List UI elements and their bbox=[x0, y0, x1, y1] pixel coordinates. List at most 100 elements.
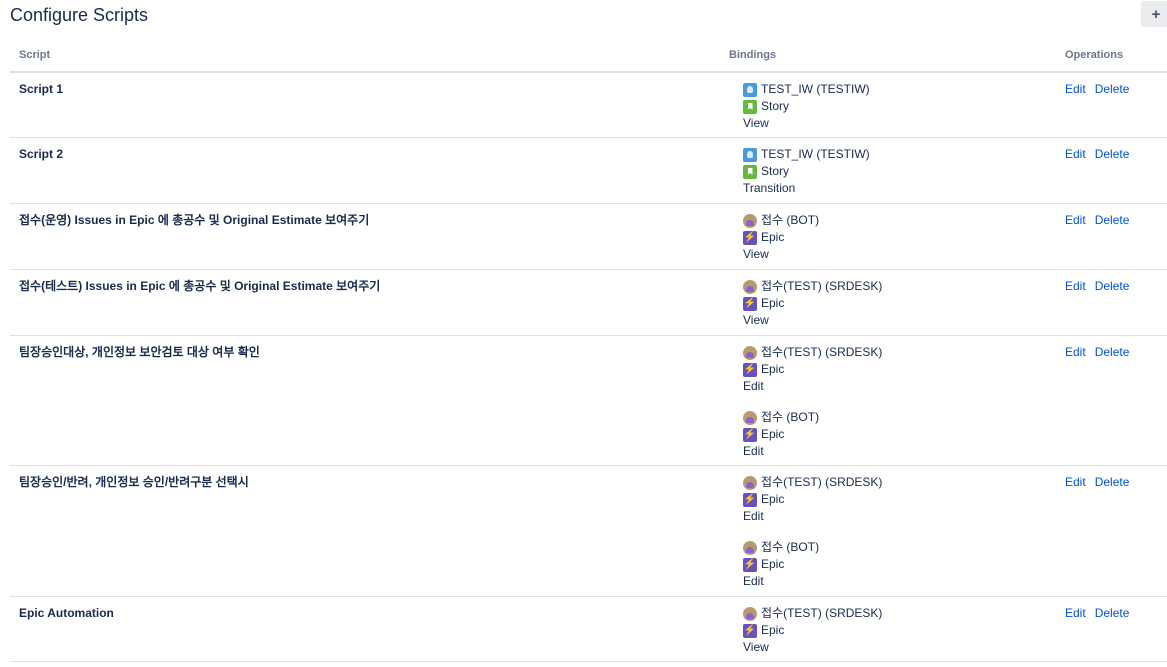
binding-project: 접수(TEST) (SRDESK) bbox=[761, 475, 883, 489]
epic-icon: ⚡ bbox=[743, 492, 757, 507]
edit-link[interactable]: Edit bbox=[1065, 345, 1086, 359]
row-operations: Edit Delete bbox=[1065, 606, 1138, 620]
binding-action: View bbox=[743, 116, 769, 130]
table-header: Script Bindings Operations bbox=[10, 40, 1167, 73]
script-name: 접수(테스트) Issues in Epic 에 총공수 및 Original … bbox=[19, 279, 381, 293]
edit-link[interactable]: Edit bbox=[1065, 279, 1086, 293]
script-name: Script 2 bbox=[19, 147, 64, 161]
add-script-button[interactable]: + bbox=[1141, 1, 1167, 27]
story-icon bbox=[743, 99, 757, 114]
binding-issue-type: Epic bbox=[761, 230, 785, 244]
binding: 접수(TEST) (SRDESK) ⚡ Epic View bbox=[743, 605, 882, 656]
avatar-icon bbox=[743, 279, 757, 294]
script-name: 팀장승인대상, 개인정보 보안검토 대상 여부 확인 bbox=[19, 345, 260, 359]
epic-icon: ⚡ bbox=[743, 296, 757, 311]
binding-project: 접수(TEST) (SRDESK) bbox=[761, 606, 883, 620]
table-row: Epic Automation 접수(TEST) (SRDESK) ⚡ Epic … bbox=[10, 597, 1167, 662]
binding-project: 접수 (BOT) bbox=[761, 213, 820, 227]
script-name: 접수(운영) Issues in Epic 에 총공수 및 Original E… bbox=[19, 213, 370, 227]
story-icon bbox=[743, 164, 757, 179]
binding-project: 접수 (BOT) bbox=[761, 410, 820, 424]
edit-link[interactable]: Edit bbox=[1065, 475, 1086, 489]
project-icon bbox=[743, 147, 757, 162]
binding-issue-type: Epic bbox=[761, 362, 785, 376]
binding-project: TEST_IW (TESTIW) bbox=[761, 82, 870, 96]
delete-link[interactable]: Delete bbox=[1095, 147, 1130, 161]
delete-link[interactable]: Delete bbox=[1095, 213, 1130, 227]
row-operations: Edit Delete bbox=[1065, 82, 1138, 96]
script-name: Script 1 bbox=[19, 82, 64, 96]
table-body: Script 1 TEST_IW (TESTIW) Story View Edi… bbox=[10, 73, 1167, 662]
table-row: 팀장승인대상, 개인정보 보안검토 대상 여부 확인 접수(TEST) (SRD… bbox=[10, 336, 1167, 466]
binding-issue-type: Story bbox=[761, 99, 790, 113]
avatar-icon bbox=[743, 475, 757, 490]
bindings-list: 접수(TEST) (SRDESK) ⚡ Epic Edit 접수 (BOT) ⚡ E… bbox=[743, 344, 882, 460]
bindings-list: 접수(TEST) (SRDESK) ⚡ Epic View bbox=[743, 278, 882, 329]
binding-issue-type: Epic bbox=[761, 492, 785, 506]
column-header-operations: Operations bbox=[1065, 49, 1124, 61]
binding-action: View bbox=[743, 247, 769, 261]
binding-project: 접수(TEST) (SRDESK) bbox=[761, 279, 883, 293]
binding-action: Edit bbox=[743, 444, 764, 458]
bindings-list: TEST_IW (TESTIW) Story Transition bbox=[743, 146, 870, 197]
row-operations: Edit Delete bbox=[1065, 279, 1138, 293]
edit-link[interactable]: Edit bbox=[1065, 213, 1086, 227]
edit-link[interactable]: Edit bbox=[1065, 82, 1086, 96]
binding-issue-type: Epic bbox=[761, 557, 785, 571]
table-row: Script 1 TEST_IW (TESTIW) Story View Edi… bbox=[10, 73, 1167, 138]
binding: 접수(TEST) (SRDESK) ⚡ Epic Edit bbox=[743, 344, 882, 395]
binding-action: Transition bbox=[743, 181, 796, 195]
binding-action: Edit bbox=[743, 509, 764, 523]
binding: 접수(TEST) (SRDESK) ⚡ Epic Edit bbox=[743, 474, 882, 525]
column-header-script: Script bbox=[19, 49, 51, 61]
binding-issue-type: Epic bbox=[761, 427, 785, 441]
binding-issue-type: Story bbox=[761, 164, 790, 178]
binding-action: View bbox=[743, 313, 769, 327]
binding: 접수 (BOT) ⚡ Epic View bbox=[743, 212, 819, 263]
scripts-table: Script Bindings Operations Script 1 TEST… bbox=[10, 40, 1167, 662]
avatar-icon bbox=[743, 540, 757, 555]
bindings-list: 접수 (BOT) ⚡ Epic View bbox=[743, 212, 819, 263]
avatar-icon bbox=[743, 213, 757, 228]
row-operations: Edit Delete bbox=[1065, 345, 1138, 359]
epic-icon: ⚡ bbox=[743, 557, 757, 572]
column-header-bindings: Bindings bbox=[729, 49, 777, 61]
bindings-list: TEST_IW (TESTIW) Story View bbox=[743, 81, 870, 132]
binding: TEST_IW (TESTIW) Story Transition bbox=[743, 146, 870, 197]
binding-project: TEST_IW (TESTIW) bbox=[761, 147, 870, 161]
project-icon bbox=[743, 82, 757, 97]
binding-action: Edit bbox=[743, 574, 764, 588]
script-name: Epic Automation bbox=[19, 606, 114, 620]
row-operations: Edit Delete bbox=[1065, 147, 1138, 161]
epic-icon: ⚡ bbox=[743, 230, 757, 245]
bindings-list: 접수(TEST) (SRDESK) ⚡ Epic Edit 접수 (BOT) ⚡ E… bbox=[743, 474, 882, 590]
table-row: Script 2 TEST_IW (TESTIW) Story Transiti… bbox=[10, 138, 1167, 204]
binding-project: 접수(TEST) (SRDESK) bbox=[761, 345, 883, 359]
avatar-icon bbox=[743, 345, 757, 360]
delete-link[interactable]: Delete bbox=[1095, 606, 1130, 620]
delete-link[interactable]: Delete bbox=[1095, 279, 1130, 293]
script-name: 팀장승인/반려, 개인정보 승인/반려구분 선택시 bbox=[19, 475, 249, 489]
edit-link[interactable]: Edit bbox=[1065, 147, 1086, 161]
binding: TEST_IW (TESTIW) Story View bbox=[743, 81, 870, 132]
binding-project: 접수 (BOT) bbox=[761, 540, 820, 554]
edit-link[interactable]: Edit bbox=[1065, 606, 1086, 620]
binding-issue-type: Epic bbox=[761, 296, 785, 310]
avatar-icon bbox=[743, 606, 757, 621]
page-title: Configure Scripts bbox=[10, 5, 149, 25]
binding: 접수 (BOT) ⚡ Epic Edit bbox=[743, 409, 882, 460]
delete-link[interactable]: Delete bbox=[1095, 345, 1130, 359]
delete-link[interactable]: Delete bbox=[1095, 82, 1130, 96]
avatar-icon bbox=[743, 410, 757, 425]
binding: 접수 (BOT) ⚡ Epic Edit bbox=[743, 539, 882, 590]
binding-issue-type: Epic bbox=[761, 623, 785, 637]
epic-icon: ⚡ bbox=[743, 623, 757, 638]
binding-action: View bbox=[743, 640, 769, 654]
table-row: 접수(운영) Issues in Epic 에 총공수 및 Original E… bbox=[10, 204, 1167, 270]
row-operations: Edit Delete bbox=[1065, 475, 1138, 489]
table-row: 팀장승인/반려, 개인정보 승인/반려구분 선택시 접수(TEST) (SRDE… bbox=[10, 466, 1167, 597]
delete-link[interactable]: Delete bbox=[1095, 475, 1130, 489]
binding: 접수(TEST) (SRDESK) ⚡ Epic View bbox=[743, 278, 882, 329]
epic-icon: ⚡ bbox=[743, 427, 757, 442]
bindings-list: 접수(TEST) (SRDESK) ⚡ Epic View bbox=[743, 605, 882, 656]
